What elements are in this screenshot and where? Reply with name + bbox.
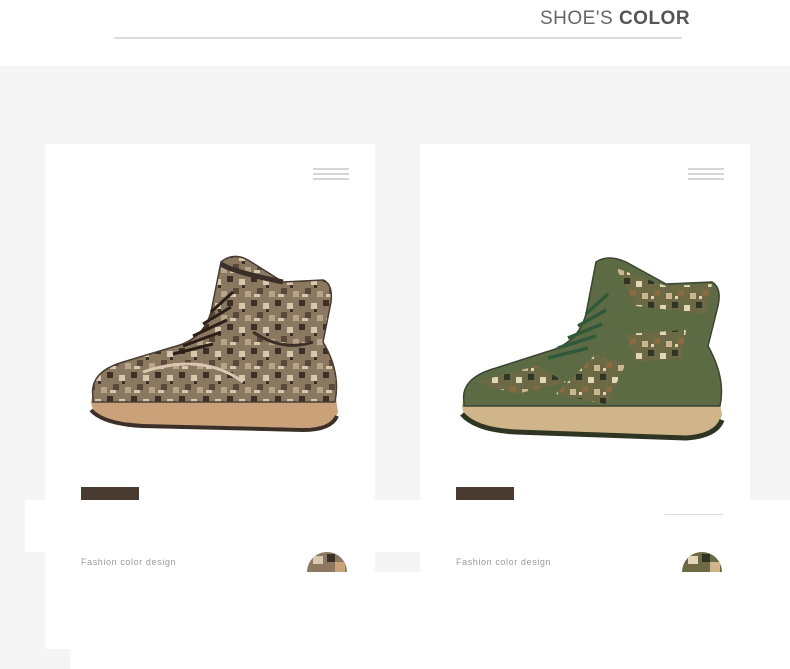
green-camo-boot-image: [460, 257, 725, 441]
header-divider: [114, 37, 682, 39]
product-label-bar: [81, 487, 139, 500]
card-right-divider: [665, 514, 723, 515]
menu-icon[interactable]: [688, 166, 724, 182]
page-bottom-fill: [70, 572, 790, 669]
section-title-bold: COLOR: [618, 8, 691, 29]
section-title-light: SHOE'S: [540, 8, 614, 29]
section-title: SHOE'S COLOR: [540, 8, 690, 30]
overlay-strip: [25, 500, 790, 552]
brown-camo-boot-image: [89, 255, 339, 433]
product-label-bar: [456, 487, 514, 500]
menu-icon[interactable]: [313, 166, 349, 182]
product-caption: Fashion color design: [456, 557, 552, 567]
product-caption: Fashion color design: [81, 557, 177, 567]
page-header: SHOE'S COLOR: [0, 0, 790, 66]
